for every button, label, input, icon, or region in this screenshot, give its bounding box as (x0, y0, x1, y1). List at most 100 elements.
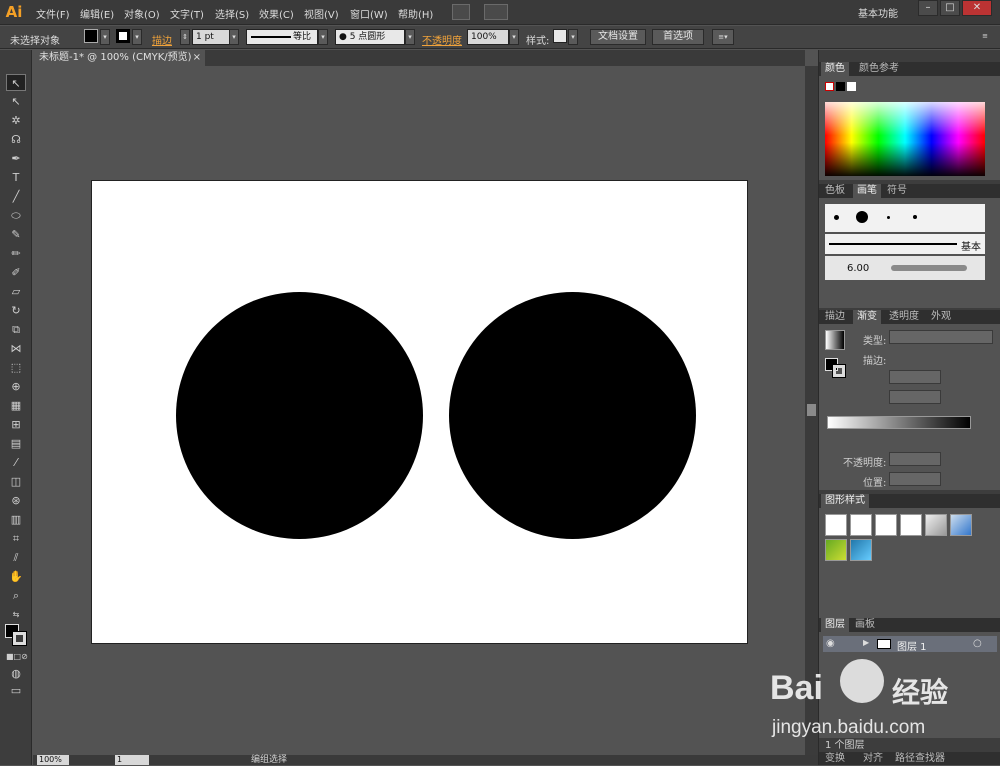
style-double-swatch[interactable] (900, 514, 922, 536)
brush-basic-row[interactable]: 基本 (825, 234, 985, 254)
minimize-button[interactable]: – (918, 0, 938, 16)
color-none-mode-icon[interactable]: ■□⊘ (6, 648, 28, 665)
preferences-button[interactable]: 首选项 (652, 29, 704, 45)
menu-effect[interactable]: 效果(C) (259, 6, 294, 21)
stroke-swatch[interactable] (116, 29, 130, 43)
style-teal-swatch[interactable] (850, 539, 872, 561)
brush-tips-row[interactable] (825, 204, 985, 232)
shape-builder-tool-icon[interactable]: ⊕ (6, 378, 26, 395)
gradient-stroke-icon[interactable] (832, 364, 846, 378)
left-black-circle[interactable] (176, 292, 423, 539)
symbol-sprayer-tool-icon[interactable]: ⊛ (6, 492, 26, 509)
fill-swatch[interactable] (84, 29, 98, 43)
free-transform-tool-icon[interactable]: ⬚ (6, 359, 26, 376)
layer-name[interactable]: 图层 1 (897, 638, 927, 653)
scale-tool-icon[interactable]: ⧉ (6, 321, 26, 338)
width-tool-icon[interactable]: ⋈ (6, 340, 26, 357)
drawing-mode-icon[interactable]: ◍ (6, 665, 26, 682)
zoom-field[interactable]: 100% (37, 755, 69, 765)
fill-dropdown[interactable]: ▾ (100, 29, 110, 45)
tab-gradient[interactable]: 渐变 (853, 310, 881, 324)
tab-layers[interactable]: 图层 (821, 618, 849, 632)
document-tab[interactable]: 未标题-1* @ 100% (CMYK/预览) × (33, 50, 205, 66)
layer-row[interactable]: ◉ ▶ 图层 1 ○ (823, 636, 997, 653)
gradient-opacity-field[interactable] (889, 452, 941, 466)
stroke-weight-field[interactable]: 1 pt (192, 29, 230, 45)
eyedropper-tool-icon[interactable]: ⁄ (6, 454, 26, 471)
blend-tool-icon[interactable]: ◫ (6, 473, 26, 490)
perspective-grid-tool-icon[interactable]: ▦ (6, 397, 26, 414)
rotate-tool-icon[interactable]: ↻ (6, 302, 26, 319)
menu-view[interactable]: 视图(V) (304, 6, 339, 21)
gradient-thumbnail[interactable] (825, 330, 845, 350)
line-tool-icon[interactable]: ╱ (6, 188, 26, 205)
workspace-switcher[interactable]: 基本功能 (858, 5, 898, 20)
style-gray-swatch[interactable] (925, 514, 947, 536)
style-white-swatch[interactable] (875, 514, 897, 536)
style-blue-swatch[interactable] (950, 514, 972, 536)
menu-object[interactable]: 对象(O) (124, 6, 160, 21)
none-color-icon[interactable] (825, 82, 834, 91)
current-tool-status[interactable]: 编组选择 (251, 755, 287, 765)
right-black-circle[interactable] (449, 292, 696, 539)
stroke-weight-stepper[interactable]: ⇕ (180, 29, 190, 45)
style-none-swatch[interactable] (850, 514, 872, 536)
paintbrush-tool-icon[interactable]: ✎ (6, 226, 26, 243)
layer-target-icon[interactable]: ○ (973, 638, 982, 649)
menu-edit[interactable]: 编辑(E) (80, 6, 114, 21)
tab-pathfinder[interactable]: 路径查找器 (891, 752, 949, 766)
brush-dropdown[interactable]: ▾ (405, 29, 415, 45)
close-tab-icon[interactable]: × (193, 50, 201, 66)
tab-appearance[interactable]: 外观 (927, 310, 955, 324)
blob-brush-tool-icon[interactable]: ✐ (6, 264, 26, 281)
screen-mode-icon[interactable]: ▭ (6, 682, 26, 699)
magic-wand-tool-icon[interactable]: ✲ (6, 112, 26, 129)
artboard-navigation-field[interactable]: 1 (115, 755, 149, 765)
opacity-field[interactable]: 100% (467, 29, 509, 45)
zoom-tool-icon[interactable]: ⌕ (6, 587, 26, 604)
tab-graphic-styles[interactable]: 图形样式 (821, 494, 869, 508)
opacity-label[interactable]: 不透明度 (422, 32, 462, 47)
hand-tool-icon[interactable]: ✋ (6, 568, 26, 585)
artboard-tool-icon[interactable]: ⌗ (6, 530, 26, 547)
style-green-swatch[interactable] (825, 539, 847, 561)
brush-art-row[interactable]: 6.00 (825, 256, 985, 280)
tab-stroke[interactable]: 描边 (821, 310, 849, 324)
gradient-type-select[interactable] (889, 330, 993, 344)
visibility-eye-icon[interactable]: ◉ (826, 638, 835, 649)
expand-layer-icon[interactable]: ▶ (863, 638, 869, 647)
type-tool-icon[interactable]: T (6, 169, 26, 186)
stroke-weight-dropdown[interactable]: ▾ (229, 29, 239, 45)
tab-artboards[interactable]: 画板 (851, 618, 879, 632)
tab-brushes[interactable]: 画笔 (853, 184, 881, 198)
white-color-chip[interactable] (847, 82, 856, 91)
stroke-profile-dropdown[interactable]: ▾ (318, 29, 328, 45)
menu-window[interactable]: 窗口(W) (350, 6, 388, 21)
tab-color-guide[interactable]: 颜色参考 (855, 62, 903, 76)
menu-file[interactable]: 文件(F) (36, 6, 70, 21)
color-spectrum[interactable] (825, 102, 985, 176)
tab-symbols[interactable]: 符号 (883, 184, 911, 198)
brush-dot-large-icon[interactable] (856, 211, 868, 223)
menu-type[interactable]: 文字(T) (170, 6, 204, 21)
lasso-tool-icon[interactable]: ☊ (6, 131, 26, 148)
brush-definition-select[interactable]: ● 5 点圆形 (335, 29, 405, 45)
brush-dot-angled-icon[interactable] (913, 215, 917, 219)
black-color-chip[interactable] (836, 82, 845, 91)
vertical-scrollbar[interactable] (805, 66, 818, 755)
pen-tool-icon[interactable]: ✒ (6, 150, 26, 167)
brush-dot-tiny-icon[interactable] (887, 216, 890, 219)
opacity-dropdown[interactable]: ▾ (509, 29, 519, 45)
scroll-thumb[interactable] (807, 404, 816, 416)
menu-help[interactable]: 帮助(H) (398, 6, 433, 21)
menu-select[interactable]: 选择(S) (215, 6, 249, 21)
style-default-swatch[interactable] (825, 514, 847, 536)
slice-tool-icon[interactable]: ⫽ (6, 549, 26, 566)
selection-tool-icon[interactable]: ↖ (6, 74, 26, 91)
brush-dot-small-icon[interactable] (834, 215, 839, 220)
restore-button[interactable]: □ (940, 0, 960, 16)
stroke-dropdown[interactable]: ▾ (132, 29, 142, 45)
ellipse-tool-icon[interactable]: ⬭ (6, 207, 26, 224)
pencil-tool-icon[interactable]: ✏ (6, 245, 26, 262)
stroke-color-icon[interactable] (12, 631, 27, 646)
